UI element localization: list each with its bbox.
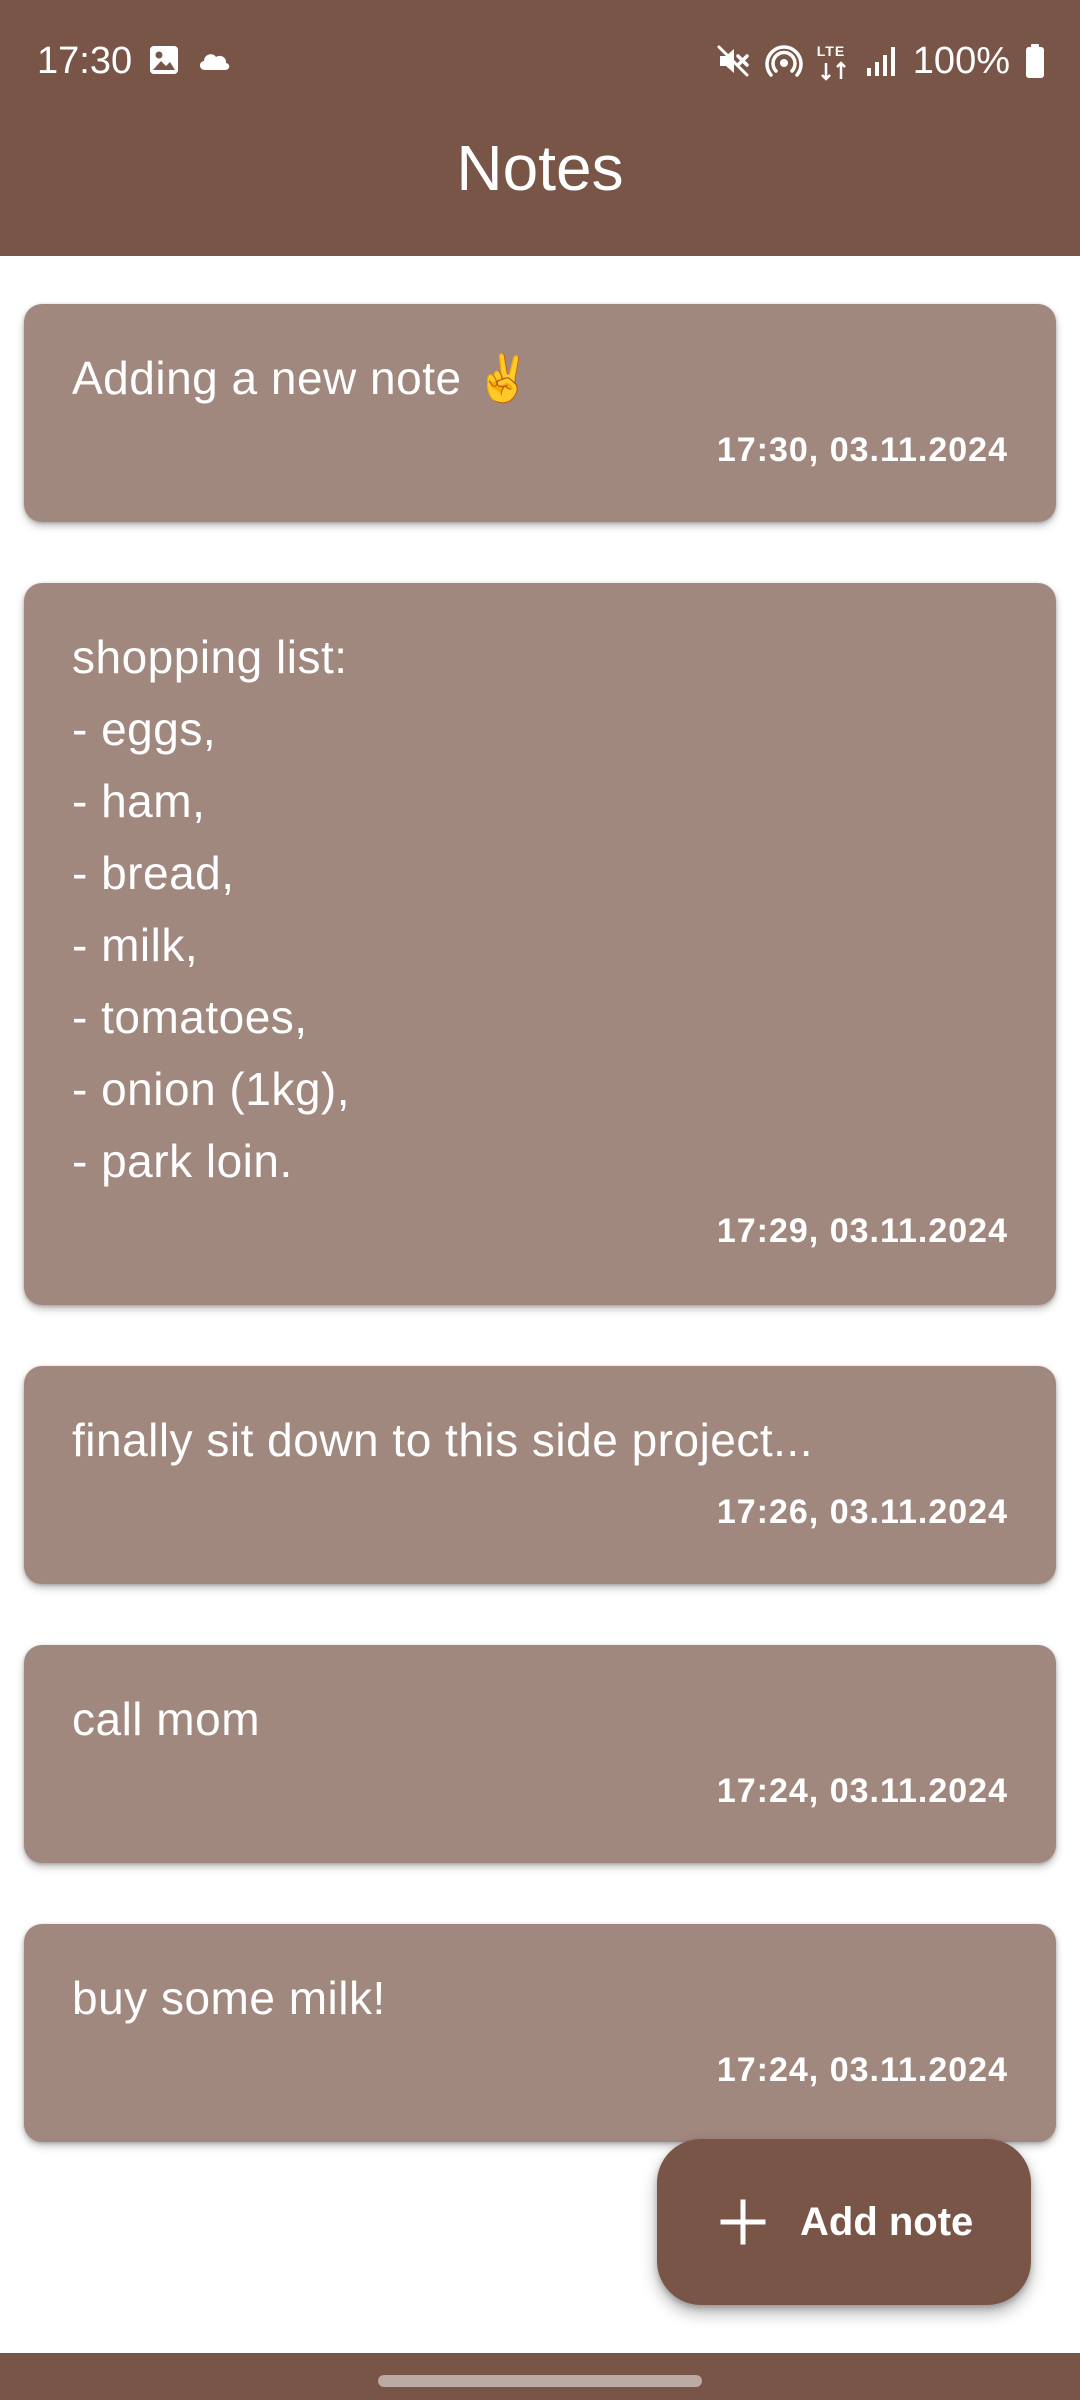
navigation-bar (0, 2353, 1080, 2400)
app-bar: 17:30 LTE 100% Notes (0, 0, 1080, 256)
status-time: 17:30 (37, 40, 133, 82)
status-bar: 17:30 LTE 100% (0, 0, 1080, 120)
status-right-icons: LTE 100% (715, 38, 1046, 84)
note-date: 17:24, 03.11.2024 (716, 1772, 1008, 1810)
add-note-label: Add note (800, 2200, 974, 2244)
add-note-button[interactable]: Add note (657, 2139, 1031, 2305)
battery-icon (1024, 43, 1046, 79)
cloud-icon (196, 46, 232, 79)
note-text: shopping list: - eggs, - ham, - bread, -… (72, 631, 351, 1187)
note-text: Adding a new note ✌️ (72, 352, 533, 404)
page-title: Notes (456, 132, 624, 204)
home-gesture-handle[interactable] (378, 2375, 702, 2387)
note-date: 17:29, 03.11.2024 (716, 1212, 1008, 1250)
note-card[interactable]: buy some milk! 17:24, 03.11.2024 (24, 1924, 1056, 2142)
mute-icon (715, 43, 751, 79)
note-date: 17:24, 03.11.2024 (716, 2051, 1008, 2089)
note-text: buy some milk! (72, 1972, 386, 2024)
note-text: finally sit down to this side project... (72, 1414, 813, 1466)
lte-label: LTE (816, 43, 846, 59)
note-card[interactable]: call mom 17:24, 03.11.2024 (24, 1645, 1056, 1863)
note-card[interactable]: shopping list: - eggs, - ham, - bread, -… (24, 583, 1056, 1305)
gallery-icon (148, 44, 180, 81)
plus-icon (719, 2198, 767, 2246)
note-text: call mom (72, 1693, 261, 1745)
note-date: 17:30, 03.11.2024 (716, 431, 1008, 469)
hotspot-icon (765, 43, 803, 79)
status-left-icons (148, 44, 232, 81)
note-date: 17:26, 03.11.2024 (716, 1493, 1008, 1531)
note-card[interactable]: Adding a new note ✌️ 17:30, 03.11.2024 (24, 304, 1056, 522)
note-card[interactable]: finally sit down to this side project...… (24, 1366, 1056, 1584)
battery-text: 100% (912, 40, 1010, 82)
signal-icon (865, 44, 899, 78)
lte-icon: LTE (817, 41, 851, 81)
